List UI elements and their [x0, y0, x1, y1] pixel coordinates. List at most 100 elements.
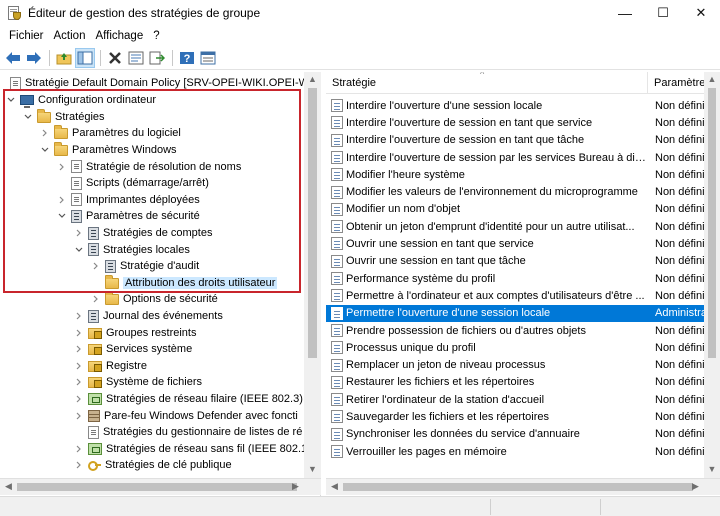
tree-item[interactable]: Options de sécurité	[91, 291, 218, 308]
policy-name: Remplacer un jeton de niveau processus	[346, 359, 546, 372]
list-hscroll-thumb[interactable]	[343, 483, 693, 491]
table-row[interactable]: Modifier un nom d'objet Non défini	[326, 201, 720, 218]
chevron-right-icon[interactable]	[74, 325, 84, 341]
table-row[interactable]: Interdire l'ouverture de session en tant…	[326, 114, 720, 131]
tree-hscroll-thumb[interactable]	[17, 483, 297, 491]
policy-name: Modifier un nom d'objet	[346, 203, 460, 216]
list-scroll-up-arrow-icon[interactable]: ▲	[704, 74, 720, 84]
tree-horizontal-scrollbar[interactable]: ◀ ▶	[0, 478, 321, 495]
list-scroll-thumb[interactable]	[708, 88, 716, 358]
properties-button[interactable]	[126, 48, 146, 68]
tree-item[interactable]: Système de fichiers	[74, 374, 202, 391]
tree-item-label: Groupes restreints	[106, 326, 197, 339]
chevron-right-icon[interactable]	[91, 291, 101, 307]
table-row[interactable]: Retirer l'ordinateur de la station d'acc…	[326, 391, 720, 408]
policy-setting: Non défini	[655, 255, 705, 268]
chevron-right-icon[interactable]	[74, 408, 84, 424]
chevron-right-icon[interactable]	[74, 391, 84, 407]
minimize-button[interactable]: —	[606, 0, 644, 26]
title-bar: Éditeur de gestion des stratégies de gro…	[0, 0, 720, 26]
forward-button[interactable]	[24, 48, 44, 68]
close-button[interactable]: ✕	[682, 0, 720, 26]
policy-icon	[331, 116, 343, 130]
table-row[interactable]: Modifier l'heure système Non défini	[326, 166, 720, 183]
fire-icon	[88, 409, 100, 422]
menu-help[interactable]: ?	[148, 30, 164, 42]
scroll-up-arrow-icon[interactable]: ▲	[304, 74, 321, 84]
help-button[interactable]: ?	[177, 48, 197, 68]
tree-item[interactable]: Stratégies du gestionnaire de listes de …	[74, 424, 302, 441]
policy-icon	[331, 202, 343, 216]
table-row[interactable]: Restaurer les fichiers et les répertoire…	[326, 374, 720, 391]
table-row[interactable]: Processus unique du profil Non défini	[326, 339, 720, 356]
policy-icon	[331, 150, 343, 164]
back-button[interactable]	[3, 48, 23, 68]
delete-button[interactable]	[105, 48, 125, 68]
column-header-policy[interactable]: Stratégie ^	[326, 72, 648, 94]
tree-item[interactable]: Services système	[74, 341, 192, 358]
column-header-policy-label: Stratégie	[332, 76, 377, 89]
table-row[interactable]: Remplacer un jeton de niveau processus No…	[326, 357, 720, 374]
policy-name: Performance système du profil	[346, 272, 496, 285]
scroll-right-arrow-icon[interactable]: ▶	[287, 481, 304, 492]
menu-fichier[interactable]: Fichier	[4, 30, 49, 42]
table-row[interactable]: Prendre possession de fichiers ou d'autr…	[326, 322, 720, 339]
policy-list[interactable]: Stratégie ^ Paramètre Interdire l'ouvert…	[326, 72, 720, 496]
policy-icon	[331, 272, 343, 285]
column-header-setting-label: Paramètre	[654, 76, 706, 89]
menu-affichage[interactable]: Affichage	[90, 30, 148, 42]
list-scroll-left-arrow-icon[interactable]: ◀	[326, 481, 343, 492]
table-row[interactable]: Sauvegarder les fichiers et les répertoi…	[326, 408, 720, 425]
tree-item[interactable]: Stratégies de clé publique	[74, 457, 232, 474]
table-row[interactable]: Permettre à l'ordinateur et aux comptes …	[326, 287, 720, 304]
policy-icon	[331, 185, 343, 199]
table-row[interactable]: Performance système du profil Non défini	[326, 270, 720, 287]
tree-scroll-thumb[interactable]	[308, 88, 317, 358]
table-row[interactable]: Obtenir un jeton d'emprunt d'identité po…	[326, 218, 720, 235]
tree-item[interactable]: Registre	[74, 358, 147, 375]
table-row[interactable]: Permettre l'ouverture d'une session loca…	[326, 304, 720, 322]
table-row[interactable]: Interdire l'ouverture d'une session loca…	[326, 97, 720, 114]
tree-item[interactable]: Groupes restreints	[74, 324, 196, 341]
scroll-left-arrow-icon[interactable]: ◀	[0, 481, 17, 492]
window-title: Éditeur de gestion des stratégies de gro…	[28, 6, 261, 20]
chevron-right-icon[interactable]	[74, 457, 84, 473]
policy-setting: Non défini	[655, 289, 705, 302]
chevron-right-icon[interactable]	[74, 308, 84, 324]
chevron-right-icon[interactable]	[74, 374, 84, 390]
help-icon: ?	[180, 51, 194, 65]
policy-icon	[331, 254, 343, 268]
export-button[interactable]	[147, 48, 167, 68]
doc-icon	[88, 425, 99, 439]
table-row[interactable]: Modifier les valeurs de l'environnement …	[326, 184, 720, 201]
maximize-button[interactable]: ☐	[644, 0, 682, 26]
table-row[interactable]: Verrouiller les pages en mémoire Non défi…	[326, 443, 720, 460]
list-scroll-right-arrow-icon[interactable]: ▶	[687, 481, 704, 492]
policy-name: Permettre l'ouverture d'une session loca…	[346, 307, 551, 320]
tree-item[interactable]: Journal des événements	[74, 308, 223, 325]
policy-name: Verrouiller les pages en mémoire	[346, 445, 507, 458]
menu-action[interactable]: Action	[49, 30, 91, 42]
table-row[interactable]: Interdire l'ouverture de session par les…	[326, 149, 720, 166]
list-vertical-scrollbar[interactable]: ▲ ▼	[704, 72, 720, 478]
tree-vertical-scrollbar[interactable]: ▲ ▼	[304, 72, 321, 478]
chevron-right-icon[interactable]	[74, 358, 84, 374]
forward-arrow-icon	[27, 51, 41, 64]
doc-icon	[10, 76, 21, 90]
list-horizontal-scrollbar[interactable]: ◀ ▶	[326, 478, 720, 495]
table-row[interactable]: Synchroniser les données du service d'an…	[326, 426, 720, 443]
table-row[interactable]: Ouvrir une session en tant que service No…	[326, 235, 720, 252]
chevron-right-icon[interactable]	[74, 441, 84, 457]
show-tree-button[interactable]	[75, 47, 95, 68]
chevron-right-icon[interactable]	[74, 341, 84, 357]
up-button[interactable]	[54, 48, 74, 68]
tree-item[interactable]: Pare-feu Windows Defender avec foncti	[74, 407, 298, 424]
list-scroll-down-arrow-icon[interactable]: ▼	[704, 464, 720, 474]
tree-item-label: Système de fichiers	[106, 376, 202, 389]
table-row[interactable]: Ouvrir une session en tant que tâche Non …	[326, 253, 720, 270]
table-row[interactable]: Interdire l'ouverture de session en tant…	[326, 132, 720, 149]
tree-item[interactable]: Stratégies de réseau filaire (IEEE 802.3…	[74, 391, 303, 408]
tree-item[interactable]: Stratégies de réseau sans fil (IEEE 802.…	[74, 441, 316, 458]
view-button[interactable]	[198, 48, 218, 68]
scroll-down-arrow-icon[interactable]: ▼	[304, 464, 321, 474]
